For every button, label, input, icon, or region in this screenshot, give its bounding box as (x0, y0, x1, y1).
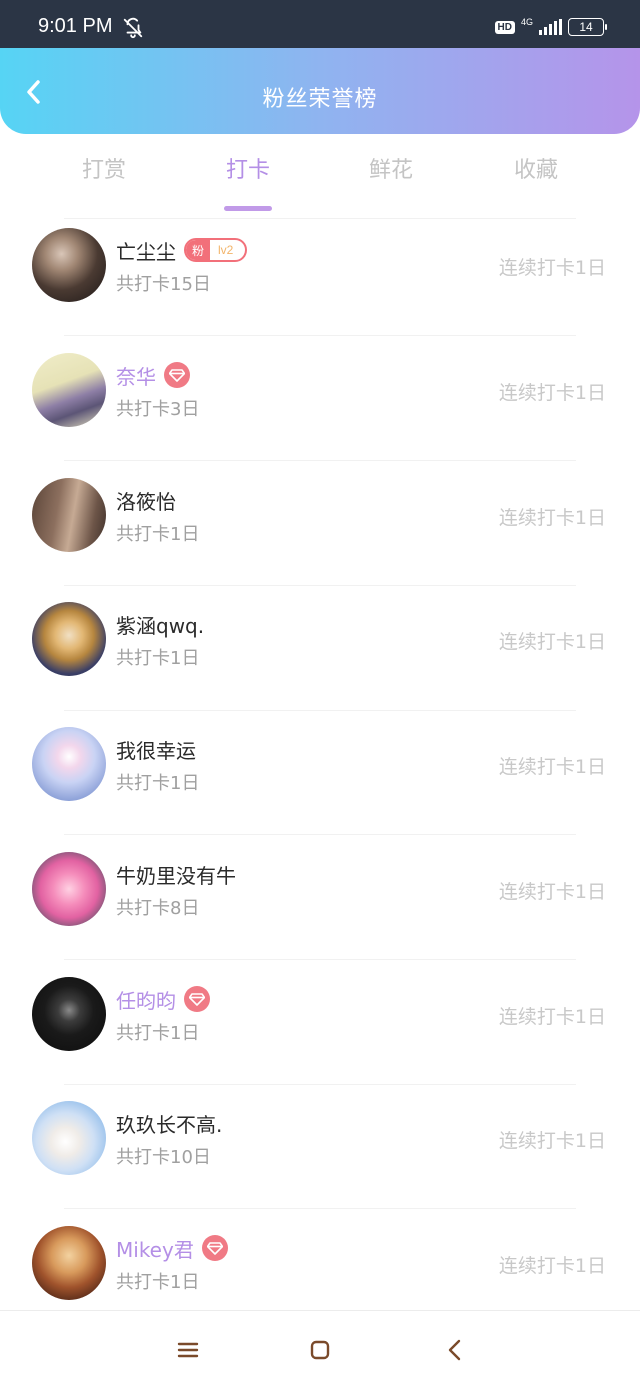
total-checkins: 共打卡3日 (116, 399, 200, 420)
name-line: 亡尘尘 粉 lv2 (116, 236, 248, 264)
name-line: 紫涵qwq. (116, 610, 204, 638)
list-divider (64, 959, 576, 960)
avatar[interactable] (32, 1101, 106, 1175)
list-divider (64, 335, 576, 336)
diamond-icon (189, 992, 205, 1006)
battery-icon: 14 (568, 18, 607, 36)
list-item[interactable]: 亡尘尘 粉 lv2 共打卡15日 连续打卡1日 (0, 218, 640, 343)
status-time: 9:01 PM (38, 15, 113, 37)
streak-days: 连续打卡1日 (498, 1130, 606, 1152)
avatar[interactable] (32, 602, 106, 676)
diamond-badge (201, 1235, 228, 1261)
avatar[interactable] (32, 1226, 106, 1300)
list-divider (64, 710, 576, 711)
avatar[interactable] (32, 353, 106, 427)
avatar[interactable] (32, 852, 106, 926)
user-name: 我很幸运 (116, 738, 196, 763)
list-divider (64, 460, 576, 461)
tab-reward[interactable]: 打赏 (44, 152, 164, 184)
streak-days: 连续打卡1日 (498, 1255, 606, 1277)
list-item[interactable]: 奈华 共打卡3日 连续打卡1日 (0, 343, 640, 468)
hd-badge: HD (494, 20, 515, 34)
diamond-badge (164, 362, 190, 388)
battery-level: 14 (579, 20, 593, 34)
user-name: Mikey君 (116, 1237, 194, 1262)
status-bar: 9:01 PM HD 4G 14 (0, 0, 640, 48)
name-line: 洛筱怡 (116, 486, 176, 514)
user-name: 奈华 (116, 364, 156, 389)
tab-active-indicator (224, 206, 272, 211)
tab-checkin[interactable]: 打卡 (188, 152, 308, 211)
fan-level: lv2 (218, 243, 234, 257)
back-triangle-icon[interactable] (442, 1337, 468, 1363)
list-item[interactable]: 玖玖长不高. 共打卡10日 连续打卡1日 (0, 1091, 640, 1216)
fan-tag: 粉 (186, 240, 211, 260)
app-header: 粉丝荣誉榜 (0, 48, 640, 134)
tab-checkin-label: 打卡 (225, 158, 270, 183)
list-divider (64, 585, 576, 586)
name-line: 我很幸运 (116, 735, 196, 763)
total-checkins: 共打卡1日 (116, 1023, 200, 1044)
network-type: 4G (520, 16, 533, 27)
name-line: 玖玖长不高. (116, 1109, 222, 1137)
diamond-icon (169, 368, 185, 382)
name-line: 牛奶里没有牛 (116, 860, 236, 888)
user-name: 亡尘尘 (116, 239, 176, 264)
user-name: 洛筱怡 (116, 489, 176, 514)
fan-level-badge: 粉 lv2 (184, 238, 248, 262)
streak-days: 连续打卡1日 (498, 756, 606, 778)
menu-icon[interactable] (175, 1337, 201, 1363)
streak-days: 连续打卡1日 (498, 382, 606, 404)
system-nav-bar (0, 1310, 640, 1387)
avatar[interactable] (32, 727, 106, 801)
name-line: Mikey君 (116, 1234, 228, 1262)
avatar[interactable] (32, 228, 106, 302)
streak-days: 连续打卡1日 (498, 881, 606, 903)
user-name: 紫涵qwq. (116, 613, 205, 638)
list-item[interactable]: 任昀昀 共打卡1日 连续打卡1日 (0, 967, 640, 1092)
list-divider (64, 834, 576, 835)
name-line: 任昀昀 (116, 985, 210, 1013)
list-item[interactable]: 紫涵qwq. 共打卡1日 连续打卡1日 (0, 592, 640, 717)
signal-icon (539, 19, 562, 35)
total-checkins: 共打卡10日 (116, 1147, 211, 1168)
bell-muted-icon (123, 17, 143, 39)
total-checkins: 共打卡1日 (116, 773, 200, 794)
total-checkins: 共打卡15日 (116, 274, 211, 295)
diamond-badge (184, 986, 210, 1012)
tab-favorites[interactable]: 收藏 (476, 152, 596, 184)
streak-days: 连续打卡1日 (498, 1006, 606, 1028)
avatar[interactable] (32, 977, 106, 1051)
list-item[interactable]: 洛筱怡 共打卡1日 连续打卡1日 (0, 468, 640, 593)
total-checkins: 共打卡8日 (116, 898, 200, 919)
total-checkins: 共打卡1日 (116, 1272, 200, 1293)
streak-days: 连续打卡1日 (498, 631, 606, 653)
page-title: 粉丝荣誉榜 (262, 87, 378, 112)
list-item[interactable]: 我很幸运 共打卡1日 连续打卡1日 (0, 717, 640, 842)
avatar[interactable] (32, 478, 106, 552)
streak-days: 连续打卡1日 (498, 257, 606, 279)
list-divider (64, 1084, 576, 1085)
name-line: 奈华 (116, 361, 190, 389)
tab-bar: 打赏 打卡 鲜花 收藏 (0, 140, 640, 211)
streak-days: 连续打卡1日 (498, 507, 606, 529)
list-divider (64, 1208, 576, 1209)
list-item[interactable]: 牛奶里没有牛 共打卡8日 连续打卡1日 (0, 842, 640, 967)
diamond-icon (206, 1241, 223, 1255)
user-name: 牛奶里没有牛 (116, 863, 236, 888)
status-indicators: HD 4G 14 (494, 15, 607, 39)
user-name: 任昀昀 (116, 988, 176, 1013)
total-checkins: 共打卡1日 (116, 648, 200, 669)
total-checkins: 共打卡1日 (116, 524, 200, 545)
user-name: 玖玖长不高. (116, 1112, 223, 1137)
home-square-icon[interactable] (307, 1337, 333, 1363)
tab-flowers[interactable]: 鲜花 (331, 152, 451, 184)
